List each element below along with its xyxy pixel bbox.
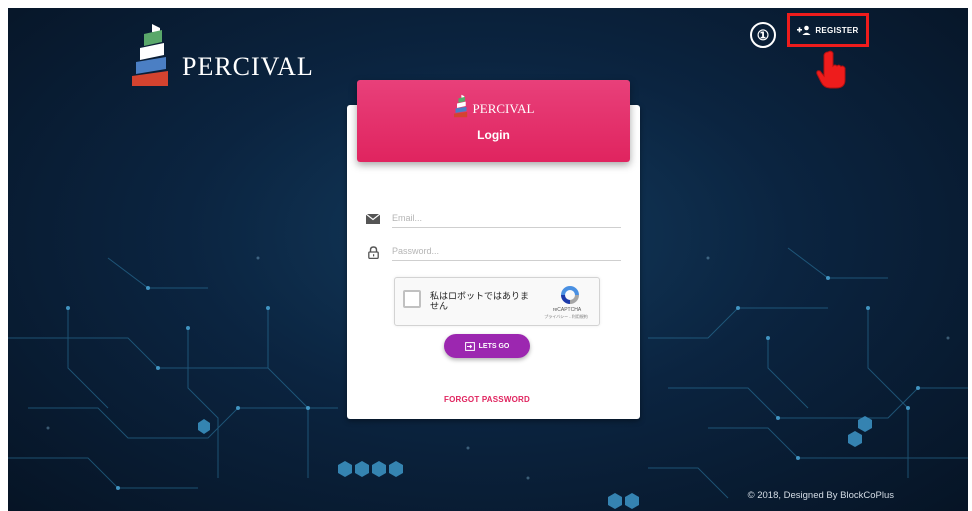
recaptcha-label: 私はロボットではありません [430, 291, 530, 311]
footer-credit: © 2018, Designed By BlockCoPlus [747, 490, 894, 501]
step-number-badge: ① [750, 22, 776, 48]
login-screen: PERCIVAL ① REGISTER PERCIVAL Login Email… [8, 8, 968, 511]
percival-logo-icon [132, 24, 168, 86]
site-brand[interactable]: PERCIVAL [130, 22, 314, 88]
register-label: REGISTER [815, 25, 859, 35]
percival-logo-icon [453, 94, 467, 118]
register-button[interactable]: REGISTER [787, 13, 869, 47]
card-brand-name: PERCIVAL [472, 101, 535, 116]
lock-icon [365, 245, 381, 259]
recaptcha-icon [561, 286, 579, 304]
password-field-row [365, 241, 621, 263]
lets-go-label: LETS GO [478, 342, 510, 350]
envelope-icon [365, 212, 381, 226]
email-field-row [365, 208, 621, 230]
lets-go-button[interactable]: LETS GO [444, 334, 530, 358]
login-card-header: PERCIVAL Login [357, 80, 630, 162]
recaptcha-links[interactable]: プライバシー - 利用規約 [534, 314, 598, 320]
password-input[interactable] [392, 243, 621, 261]
recaptcha-widget: 私はロボットではありません reCAPTCHA プライバシー - 利用規約 [394, 277, 600, 326]
brand-name: PERCIVAL [182, 52, 314, 81]
login-title: Login [477, 128, 510, 142]
add-user-icon [797, 25, 811, 35]
email-input[interactable] [392, 210, 621, 228]
pointing-hand-icon [816, 50, 846, 89]
recaptcha-brand: reCAPTCHA [552, 307, 582, 313]
forgot-password-link[interactable]: FORGOT PASSWORD [428, 395, 546, 404]
login-icon [464, 341, 475, 351]
recaptcha-checkbox[interactable] [403, 290, 421, 308]
